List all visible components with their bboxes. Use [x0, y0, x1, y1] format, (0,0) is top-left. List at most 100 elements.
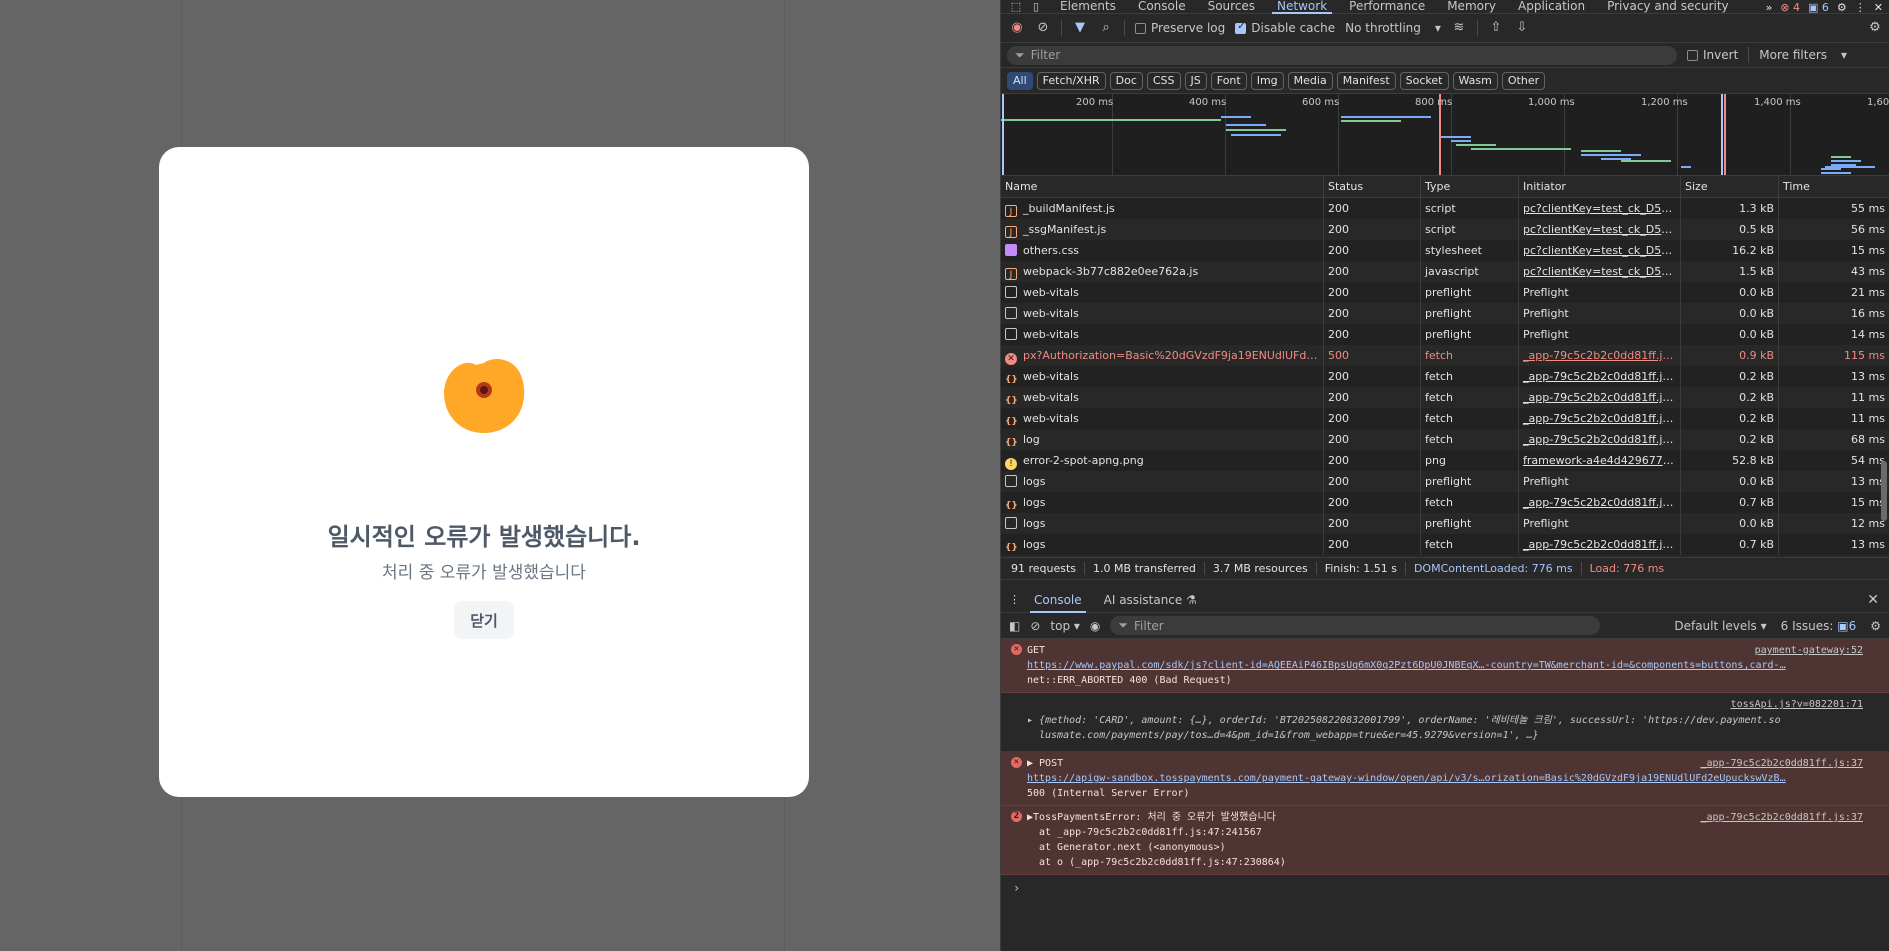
column-header-status[interactable]: Status	[1324, 176, 1421, 197]
drawer-tabbar: ⋮ Console AI assistance ⚗ ✕	[1001, 587, 1889, 613]
search-icon[interactable]: ⌕	[1098, 20, 1114, 36]
expand-arrow-icon[interactable]: ▸	[1027, 715, 1033, 726]
import-har-icon[interactable]: ⇧	[1488, 20, 1504, 36]
issues-button[interactable]: 6 Issues: ▣6	[1781, 619, 1857, 633]
tab-privacy-security[interactable]: Privacy and security	[1596, 0, 1740, 14]
request-row[interactable]: {} web-vitals 200 fetch _app-79c5c2b2c0dd81f…	[1001, 408, 1889, 429]
request-row[interactable]: ✕ px?Authorization=Basic%20dGVzdF9ja19ENU…	[1001, 345, 1889, 366]
type-chip-doc[interactable]: Doc	[1109, 71, 1143, 90]
object-preview[interactable]: ▸ {method: 'CARD', amount: {…}, orderId:…	[1027, 713, 1859, 743]
request-row[interactable]: {} logs 200 fetch _app-79c5c2b2c0dd81ff.js:3…	[1001, 492, 1889, 513]
context-select[interactable]: top ▾	[1050, 619, 1080, 633]
type-chip-fetch-xhr[interactable]: Fetch/XHR	[1036, 71, 1106, 90]
type-chip-manifest[interactable]: Manifest	[1336, 71, 1396, 90]
type-chip-media[interactable]: Media	[1287, 71, 1333, 90]
column-header-type[interactable]: Type	[1421, 176, 1519, 197]
request-row[interactable]: logs 200 preflight Preflight 0.0 kB 13 ms	[1001, 471, 1889, 492]
close-drawer-icon[interactable]: ✕	[1867, 592, 1879, 608]
invert-checkbox[interactable]: Invert	[1687, 48, 1738, 62]
drawer-tab-console[interactable]: Console	[1026, 587, 1090, 613]
wifi-icon[interactable]: ≋	[1451, 20, 1467, 36]
request-row[interactable]: {} logs 200 fetch _app-79c5c2b2c0dd81ff.js:3…	[1001, 534, 1889, 555]
request-row[interactable]: web-vitals 200 preflight Preflight 0.0 kB 16 …	[1001, 303, 1889, 324]
type-chip-all[interactable]: All	[1007, 71, 1033, 90]
timeline-request-bar	[1581, 154, 1641, 156]
message-source-link[interactable]: payment-gateway:52	[1755, 643, 1863, 658]
type-chip-font[interactable]: Font	[1210, 71, 1247, 90]
preserve-log-checkbox[interactable]: Preserve log	[1135, 21, 1225, 35]
clear-console-icon[interactable]: ⊘	[1030, 619, 1040, 633]
request-row[interactable]: {} web-vitals 200 fetch _app-79c5c2b2c0dd81f…	[1001, 387, 1889, 408]
console-filter-input[interactable]: ⏷ Filter	[1110, 616, 1601, 635]
message-count: 6	[1821, 0, 1829, 14]
close-button[interactable]: 닫기	[454, 601, 514, 639]
kebab-menu-icon[interactable]: ⋮	[1855, 1, 1866, 14]
column-header-time[interactable]: Time	[1779, 176, 1889, 197]
message-source-link[interactable]: _app-79c5c2b2c0dd81ff.js:37	[1700, 756, 1863, 771]
more-filters-dropdown[interactable]: More filters ▾	[1759, 48, 1847, 62]
inspect-icon[interactable]: ⬚	[1009, 0, 1023, 13]
type-chip-socket[interactable]: Socket	[1399, 71, 1449, 90]
request-row[interactable]: others.css 200 stylesheet pc?clientKey=test…	[1001, 240, 1889, 261]
type-chip-img[interactable]: Img	[1250, 71, 1284, 90]
type-chip-other[interactable]: Other	[1501, 71, 1546, 90]
table-scrollbar[interactable]	[1881, 461, 1887, 521]
type-chip-css[interactable]: CSS	[1146, 71, 1181, 90]
stack-frame[interactable]: at o (_app-79c5c2b2c0dd81ff.js:47:230864…	[1027, 855, 1859, 870]
error-badge[interactable]: ⊗ 4	[1780, 1, 1800, 14]
tab-sources[interactable]: Sources	[1197, 0, 1266, 14]
record-stop-icon[interactable]: ◉	[1009, 20, 1025, 36]
request-row[interactable]: Jwebpack-3b77c882e0ee762a.js 200 javascrip…	[1001, 261, 1889, 282]
request-initiator-text: _app-79c5c2b2c0dd81ff.js:37	[1523, 349, 1681, 362]
request-url-link[interactable]: https://apigw-sandbox.tosspayments.com/p…	[1027, 771, 1857, 786]
network-filter-input[interactable]: ⏷ Filter	[1007, 45, 1677, 65]
request-row[interactable]: ! error-2-spot-apng.png 200 png framework-a4…	[1001, 450, 1889, 471]
stack-frame[interactable]: at _app-79c5c2b2c0dd81ff.js:47:241567	[1027, 825, 1859, 840]
tab-application[interactable]: Application	[1507, 0, 1596, 14]
message-badge[interactable]: ▣ 6	[1808, 1, 1829, 14]
close-devtools-icon[interactable]: ✕	[1874, 1, 1883, 14]
tab-memory[interactable]: Memory	[1436, 0, 1507, 14]
drawer-tab-ai-assistance[interactable]: AI assistance ⚗	[1096, 587, 1205, 613]
request-row[interactable]: logs 200 preflight Preflight 0.0 kB 12 ms	[1001, 513, 1889, 534]
sidebar-toggle-icon[interactable]: ◧	[1009, 619, 1020, 633]
console-settings-icon[interactable]: ⚙	[1870, 619, 1881, 633]
export-har-icon[interactable]: ⇩	[1514, 20, 1530, 36]
checkbox-box-checked[interactable]	[1235, 21, 1247, 34]
network-overview-timeline[interactable]: 200 ms 400 ms 600 ms 800 ms 1,000 ms 1,200 ms…	[1001, 94, 1889, 176]
request-row[interactable]: {} web-vitals 200 fetch _app-79c5c2b2c0dd81f…	[1001, 366, 1889, 387]
request-row[interactable]: web-vitals 200 preflight Preflight 0.0 kB 14 …	[1001, 324, 1889, 345]
network-settings-icon[interactable]: ⚙	[1867, 20, 1883, 36]
message-source-link[interactable]: _app-79c5c2b2c0dd81ff.js:37	[1700, 810, 1863, 825]
filter-funnel-icon[interactable]: ▼	[1072, 20, 1088, 36]
tab-network[interactable]: Network	[1266, 0, 1338, 14]
request-url-link[interactable]: https://www.paypal.com/sdk/js?client-id=…	[1027, 658, 1857, 673]
request-status-text: 200	[1328, 496, 1349, 509]
disable-cache-checkbox[interactable]: Disable cache	[1235, 21, 1335, 35]
clear-icon[interactable]: ⊘	[1035, 20, 1051, 36]
message-source-link[interactable]: tossApi.js?v=082201:71	[1731, 697, 1863, 712]
column-header-size[interactable]: Size	[1681, 176, 1779, 197]
tab-console[interactable]: Console	[1127, 0, 1197, 14]
checkbox-box[interactable]	[1135, 22, 1146, 34]
checkbox-box[interactable]	[1687, 49, 1698, 61]
drawer-menu-icon[interactable]: ⋮	[1009, 593, 1020, 606]
request-row[interactable]: {} log 200 fetch _app-79c5c2b2c0dd81ff.js:37…	[1001, 429, 1889, 450]
more-tabs-icon[interactable]: »	[1766, 1, 1773, 14]
type-chip-js[interactable]: JS	[1184, 71, 1207, 90]
throttling-select[interactable]: No throttling ▾	[1345, 21, 1441, 35]
type-chip-wasm[interactable]: Wasm	[1452, 71, 1498, 90]
device-toolbar-icon[interactable]: ▯	[1029, 0, 1043, 13]
request-row[interactable]: J _ssgManifest.js 200 script pc?clientKey=te…	[1001, 219, 1889, 240]
tab-performance[interactable]: Performance	[1338, 0, 1436, 14]
request-size-text: 0.0 kB	[1739, 307, 1774, 320]
console-prompt[interactable]: ›	[1001, 875, 1889, 901]
column-header-initiator[interactable]: Initiator	[1519, 176, 1681, 197]
request-row[interactable]: J _buildManifest.js 200 script pc?clientKey=…	[1001, 198, 1889, 219]
tab-elements[interactable]: Elements	[1049, 0, 1127, 14]
log-levels-dropdown[interactable]: Default levels ▾	[1674, 619, 1766, 633]
request-row[interactable]: web-vitals 200 preflight Preflight 0.0 kB 21 …	[1001, 282, 1889, 303]
settings-icon[interactable]: ⚙	[1837, 1, 1847, 14]
column-header-name[interactable]: Name	[1001, 176, 1324, 197]
live-expression-eye-icon[interactable]: ◉	[1090, 619, 1100, 633]
